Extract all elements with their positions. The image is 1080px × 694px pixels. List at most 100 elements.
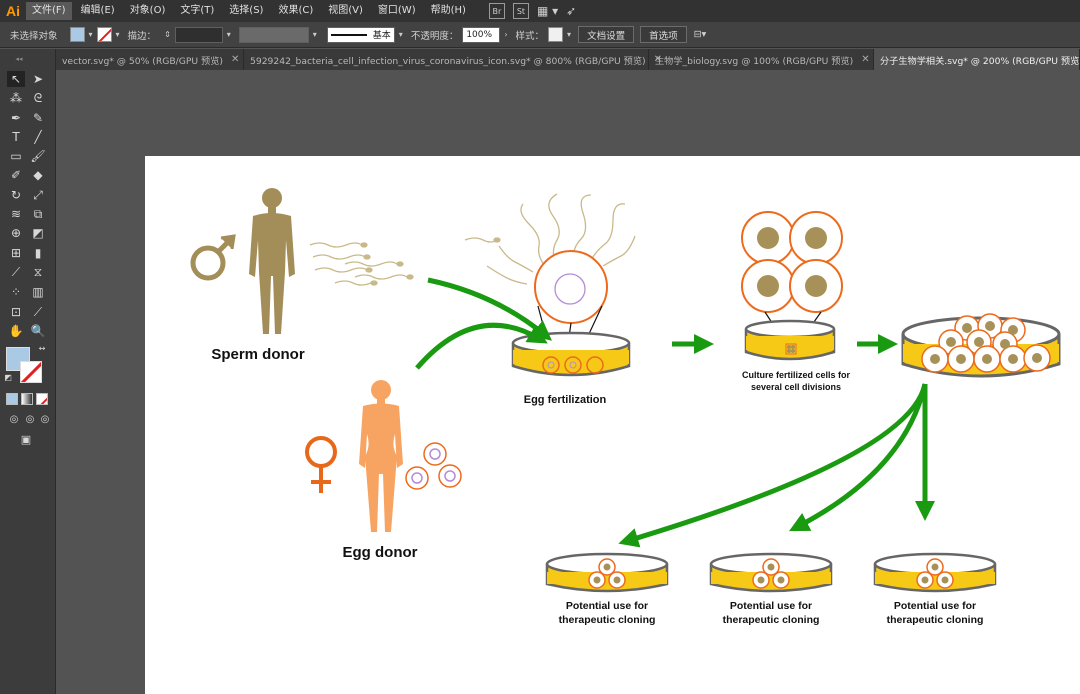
- stock-icon[interactable]: St: [512, 3, 529, 19]
- swap-colors-icon[interactable]: ↔: [36, 342, 48, 354]
- workspace-layout-icon[interactable]: ▦ ▾: [537, 4, 558, 18]
- rectangle-tool-icon[interactable]: ▭: [7, 148, 25, 164]
- eraser-tool-icon[interactable]: ◆: [29, 167, 47, 183]
- column-graph-tool-icon[interactable]: ▥: [29, 284, 47, 300]
- tab-molecular-biology[interactable]: 分子生物学相关.svg* @ 200% (RGB/GPU 预览): [874, 49, 1080, 70]
- cloning-label-line1: Potential use for: [565, 600, 649, 612]
- color-mode-icon[interactable]: [6, 393, 18, 405]
- chevron-down-icon[interactable]: ▾: [89, 30, 93, 39]
- default-colors-icon[interactable]: ◩: [2, 371, 14, 383]
- mesh-tool-icon[interactable]: ⊞: [7, 245, 25, 261]
- magic-wand-tool-icon[interactable]: ⁂: [7, 90, 25, 106]
- petri-dish-expansion: [901, 313, 1061, 378]
- tab-biology[interactable]: 生物学_biology.svg @ 100% (RGB/GPU 预览) ✕: [649, 49, 874, 70]
- eyedropper-tool-icon[interactable]: ⟋: [7, 264, 25, 280]
- cloning-label-line1: Potential use for: [893, 600, 977, 612]
- culture-label: Culture fertilized cells for several cel…: [731, 369, 861, 393]
- menu-help[interactable]: 帮助(H): [425, 2, 472, 20]
- menu-view[interactable]: 视图(V): [322, 2, 369, 20]
- document-tabs: vector.svg* @ 50% (RGB/GPU 预览) ✕ 5929242_…: [56, 49, 1080, 70]
- type-tool-icon[interactable]: T: [7, 129, 25, 145]
- tab-label: 5929242_bacteria_cell_infection_virus_co…: [250, 55, 646, 67]
- cloning-label-3: Potential use for therapeutic cloning: [875, 599, 995, 627]
- chevron-down-icon[interactable]: ▾: [399, 30, 403, 39]
- canvas-area[interactable]: Sperm donor Egg donor Egg fertilization …: [56, 70, 1080, 694]
- gradient-mode-icon[interactable]: [21, 393, 33, 405]
- none-mode-icon[interactable]: [36, 393, 48, 405]
- free-transform-tool-icon[interactable]: ⧉: [29, 206, 47, 222]
- menu-select[interactable]: 选择(S): [223, 2, 269, 20]
- tools-panel: ◂◂ ↖ ➤ ⁂ ᘓ ✒ ✎ T ╱ ▭ 🖌 ✐ ◆ ↻ ⤢ ≋ ⧉ ⊕ ◩ ⊞…: [0, 49, 56, 694]
- bridge-icon[interactable]: Br: [488, 3, 505, 19]
- cloning-label-line2: therapeutic cloning: [558, 614, 656, 626]
- chevron-down-icon[interactable]: ▾: [116, 30, 120, 39]
- artboard-tool-icon[interactable]: ⊡: [7, 304, 25, 320]
- document-setup-button[interactable]: 文档设置: [578, 26, 635, 43]
- green-arrows: [415, 277, 935, 548]
- graphic-style-swatch[interactable]: [548, 27, 564, 42]
- direct-selection-tool-icon[interactable]: ➤: [29, 71, 47, 87]
- chevron-down-icon[interactable]: ▾: [567, 30, 571, 39]
- opacity-input[interactable]: 100%: [462, 26, 501, 43]
- control-bar: 未选择对象 ▾ ▾ 描边： ⇕ ▾ ▾ 基本 ▾ 不透明度： 100% › 样式…: [0, 22, 1080, 48]
- cloning-label-line1: Potential use for: [729, 600, 813, 612]
- screen-mode-icon[interactable]: ▣: [17, 431, 35, 447]
- stroke-swatch[interactable]: [96, 27, 112, 42]
- preferences-button[interactable]: 首选项: [640, 26, 687, 43]
- selection-tool-icon[interactable]: ↖: [7, 71, 25, 87]
- arrange-icon[interactable]: ⊟▾: [694, 29, 707, 40]
- rocket-icon[interactable]: ➶: [566, 4, 576, 18]
- petri-dish-culture: [744, 319, 836, 361]
- chevron-right-icon[interactable]: ›: [504, 30, 507, 39]
- hand-tool-icon[interactable]: ✋: [7, 323, 25, 339]
- artboard[interactable]: Sperm donor Egg donor Egg fertilization …: [145, 156, 1080, 694]
- tab-label: vector.svg* @ 50% (RGB/GPU 预览): [62, 55, 223, 67]
- paintbrush-tool-icon[interactable]: 🖌: [29, 148, 47, 164]
- perspective-grid-tool-icon[interactable]: ◩: [29, 225, 47, 241]
- warp-tool-icon[interactable]: ≋: [7, 206, 25, 222]
- menu-object[interactable]: 对象(O): [124, 2, 172, 20]
- line-tool-icon[interactable]: ╱: [29, 129, 47, 145]
- chevron-down-icon[interactable]: ▾: [313, 30, 317, 39]
- zoom-tool-icon[interactable]: 🔍: [29, 323, 47, 339]
- sperm-cells: [309, 242, 414, 286]
- close-icon[interactable]: ✕: [231, 54, 239, 65]
- fill-swatch[interactable]: [69, 27, 85, 42]
- collapse-icon[interactable]: ◂◂: [10, 51, 28, 67]
- slice-tool-icon[interactable]: ⟋: [29, 304, 47, 320]
- blend-tool-icon[interactable]: ⧖: [29, 264, 47, 280]
- menu-bar: Ai 文件(F) 编辑(E) 对象(O) 文字(T) 选择(S) 效果(C) 视…: [0, 0, 1080, 22]
- menu-file[interactable]: 文件(F): [26, 2, 72, 20]
- chevron-down-icon[interactable]: ▾: [227, 30, 231, 39]
- egg-cells: [405, 442, 462, 490]
- shaper-tool-icon[interactable]: ✐: [7, 167, 25, 183]
- rotate-tool-icon[interactable]: ↻: [7, 187, 25, 203]
- cloning-dish-2: [709, 552, 833, 593]
- scale-tool-icon[interactable]: ⤢: [29, 187, 47, 203]
- pen-tool-icon[interactable]: ✒: [7, 110, 25, 126]
- tab-vector[interactable]: vector.svg* @ 50% (RGB/GPU 预览) ✕: [56, 49, 244, 70]
- menu-type[interactable]: 文字(T): [174, 2, 220, 20]
- draw-inside-icon[interactable]: ◎: [36, 411, 54, 427]
- shape-builder-tool-icon[interactable]: ⊕: [7, 225, 25, 241]
- stepper-icon[interactable]: ⇕: [164, 30, 171, 39]
- cloning-label-1: Potential use for therapeutic cloning: [547, 599, 667, 627]
- lasso-tool-icon[interactable]: ᘓ: [29, 90, 47, 106]
- curvature-tool-icon[interactable]: ✎: [29, 110, 47, 126]
- stroke-weight-field[interactable]: [174, 26, 223, 43]
- tab-bacteria-icon[interactable]: 5929242_bacteria_cell_infection_virus_co…: [244, 49, 662, 70]
- stroke-color-box[interactable]: [20, 361, 42, 383]
- female-figure: [359, 380, 403, 532]
- brush-profile-select[interactable]: 基本: [326, 26, 395, 43]
- symbol-sprayer-tool-icon[interactable]: ⁘: [7, 284, 25, 300]
- menu-edit[interactable]: 编辑(E): [75, 2, 121, 20]
- tab-label: 分子生物学相关.svg* @ 200% (RGB/GPU 预览): [880, 55, 1080, 67]
- variable-width-field[interactable]: [238, 26, 309, 43]
- sperm-donor-label: Sperm donor: [211, 346, 305, 363]
- menu-window[interactable]: 窗口(W): [372, 2, 422, 20]
- egg-donor-label: Egg donor: [342, 544, 418, 561]
- gradient-tool-icon[interactable]: ▮: [29, 245, 47, 261]
- menu-effect[interactable]: 效果(C): [272, 2, 319, 20]
- close-icon[interactable]: ✕: [861, 54, 869, 65]
- app-logo: Ai: [6, 3, 20, 19]
